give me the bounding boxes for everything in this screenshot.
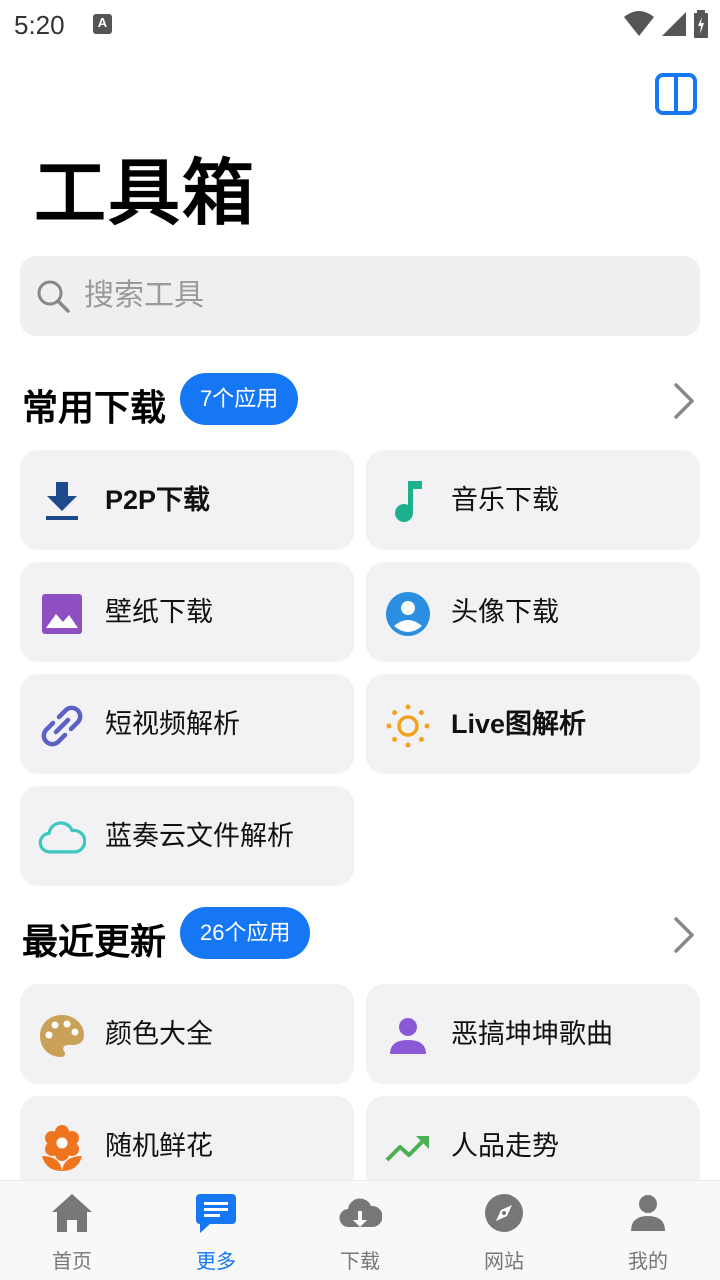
status-bar: 5:20 A <box>0 0 720 52</box>
tool-card-label: 恶搞坤坤歌曲 <box>451 1019 613 1049</box>
tool-card-lanzou-parse[interactable]: 蓝奏云文件解析 <box>20 786 354 886</box>
nav-item-home[interactable]: 首页 <box>0 1181 144 1280</box>
nav-label: 我的 <box>628 1251 668 1273</box>
nav-item-websites[interactable]: 网站 <box>432 1181 576 1280</box>
section-header-recent-updates[interactable]: 最近更新 26个应用 <box>22 907 702 963</box>
chat-icon <box>196 1194 236 1233</box>
tool-card-label: 头像下载 <box>451 597 559 627</box>
cloud-download-icon <box>339 1198 382 1228</box>
tool-card-label: P2P下载 <box>105 485 211 515</box>
account-circle-icon <box>384 590 432 638</box>
app-count-badge: 7个应用 <box>180 373 299 425</box>
tool-card-p2p-download[interactable]: P2P下载 <box>20 450 354 550</box>
trending-up-icon <box>384 1124 432 1172</box>
user-icon <box>631 1195 665 1231</box>
split-view-icon[interactable] <box>654 72 698 116</box>
nav-item-downloads[interactable]: 下载 <box>288 1181 432 1280</box>
cloud-icon <box>38 814 86 862</box>
download-icon <box>38 478 86 526</box>
tool-card-music-download[interactable]: 音乐下载 <box>366 450 700 550</box>
flower-icon <box>38 1124 86 1172</box>
tool-card-color-library[interactable]: 颜色大全 <box>20 984 354 1084</box>
compass-icon <box>485 1194 523 1232</box>
home-icon <box>52 1194 92 1232</box>
nav-item-more[interactable]: 更多 <box>144 1181 288 1280</box>
tool-card-label: Live图解析 <box>451 709 587 739</box>
nav-label: 首页 <box>52 1251 92 1273</box>
search-input[interactable] <box>84 256 684 336</box>
bottom-nav: 首页 更多 下载 网站 我的 <box>0 1180 720 1280</box>
battery-icon <box>694 10 708 38</box>
chevron-right-icon[interactable] <box>666 915 702 955</box>
music-note-icon <box>384 478 432 526</box>
nav-label: 下载 <box>340 1251 380 1273</box>
link-icon <box>38 702 86 750</box>
tool-card-label: 颜色大全 <box>105 1019 213 1049</box>
sun-icon <box>384 702 432 750</box>
signal-icon <box>662 12 686 36</box>
app-count-badge: 26个应用 <box>180 907 311 959</box>
image-icon <box>38 590 86 638</box>
tool-card-short-video-parse[interactable]: 短视频解析 <box>20 674 354 774</box>
nav-item-profile[interactable]: 我的 <box>576 1181 720 1280</box>
nav-label: 更多 <box>196 1251 236 1273</box>
tool-card-live-photo-parse[interactable]: Live图解析 <box>366 674 700 774</box>
nav-label: 网站 <box>484 1251 524 1273</box>
tool-card-wallpaper-download[interactable]: 壁纸下载 <box>20 562 354 662</box>
palette-icon <box>38 1012 86 1060</box>
section-title: 最近更新 <box>22 921 167 962</box>
tool-card-label: 音乐下载 <box>451 485 559 515</box>
person-icon <box>384 1012 432 1060</box>
page-title: 工具箱 <box>34 154 257 234</box>
tool-card-kunkun-songs[interactable]: 恶搞坤坤歌曲 <box>366 984 700 1084</box>
status-time: 5:20 <box>14 10 65 40</box>
search-bar[interactable] <box>20 256 700 336</box>
status-indicators <box>624 10 708 38</box>
notification-icon: A <box>93 14 112 34</box>
tool-card-label: 蓝奏云文件解析 <box>105 821 294 851</box>
chevron-right-icon[interactable] <box>666 381 702 421</box>
tool-card-label: 壁纸下载 <box>105 597 213 627</box>
tool-card-label: 短视频解析 <box>105 709 240 739</box>
section-header-common-downloads[interactable]: 常用下载 7个应用 <box>22 373 702 429</box>
section-title: 常用下载 <box>22 387 167 428</box>
tool-card-avatar-download[interactable]: 头像下载 <box>366 562 700 662</box>
wifi-icon <box>624 11 654 36</box>
search-icon <box>37 280 70 313</box>
